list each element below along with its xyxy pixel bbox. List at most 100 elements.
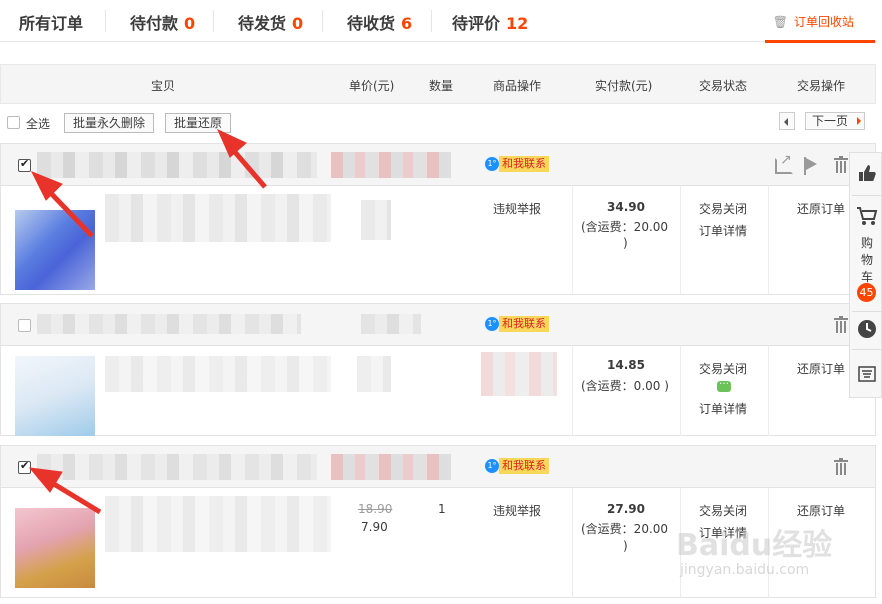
flag-icon[interactable] [804,157,818,175]
order-detail-link[interactable]: 订单详情 [699,222,747,239]
column-divider [572,186,573,294]
unit-price: 7.90 [361,520,388,534]
paid-amount: 34.90 [607,200,645,214]
report-link[interactable]: 违规举报 [493,502,541,519]
watermark: Baidu经验 [676,528,833,563]
batch-toolbar: 全选 批量永久删除 批量还原 下一页 [0,110,876,136]
tab-divider [431,10,432,32]
col-item: 宝贝 [151,79,176,93]
shipping-fee-close: ) [623,236,628,250]
chat-bubble-icon: 1° [485,317,499,331]
product-title-blurred[interactable] [105,496,331,552]
tab-pending-pay[interactable]: 待付款 0 [130,10,195,34]
column-divider [680,346,681,436]
column-divider [572,488,573,598]
select-all-checkbox[interactable] [7,116,20,129]
recycle-bin-label: 订单回收站 [793,15,854,29]
watermark-url: jingyan.baidu.com [680,562,810,578]
product-thumbnail[interactable] [15,356,95,436]
order-info-blurred [37,152,317,178]
batch-restore-button[interactable]: 批量还原 [165,113,232,133]
right-sidebar: 购物车 45 [849,152,882,398]
clock-icon[interactable] [850,319,882,342]
batch-delete-button[interactable]: 批量永久删除 [64,113,155,133]
shipping-fee-close: ) [623,539,628,553]
share-icon[interactable] [775,152,793,174]
shop-name-blurred [331,152,451,178]
tab-label: 待发货 [238,14,287,33]
unit-price-blurred [357,356,391,392]
delete-order-icon[interactable] [834,316,848,333]
column-divider [572,346,573,436]
paid-amount: 14.85 [607,358,645,372]
active-tab-underline [765,40,875,43]
order-header: 1° 和我联系 [1,304,875,346]
next-page-button[interactable]: 下一页 [805,112,865,130]
sidebar-divider [852,195,881,196]
column-divider [680,186,681,294]
product-title-blurred[interactable] [105,356,331,392]
tab-count: 0 [184,14,196,33]
contact-label: 和我联系 [499,156,549,172]
product-title-blurred[interactable] [105,194,331,242]
shipping-fee: (含运费：0.00 ) [581,379,669,393]
contact-label: 和我联系 [499,316,549,332]
coupon-icon[interactable] [850,365,882,386]
message-icon[interactable] [717,376,731,392]
restore-order-link[interactable]: 还原订单 [797,200,845,217]
order-card: 1° 和我联系 违规举报 34.90 (含运费：20.00 ) 交易关闭 订单详… [0,143,876,295]
report-link[interactable]: 违规举报 [493,200,541,217]
tab-label: 待付款 [130,14,179,33]
restore-order-link[interactable]: 还原订单 [797,360,845,377]
tab-count: 0 [292,14,304,33]
order-checkbox[interactable] [18,459,31,474]
shipping-fee: (含运费：20.00 [581,522,669,536]
cart-label[interactable]: 购物车 [860,235,874,286]
sidebar-divider [852,349,881,350]
order-checkbox[interactable] [18,319,31,332]
order-tabs: 所有订单 待付款 0 待发货 0 待收货 6 待评价 12 🗑 订单回收站 [0,0,876,42]
col-unit-price: 单价(元) [349,79,395,93]
paid-amount: 27.90 [607,502,645,516]
item-ops-blurred [481,352,557,396]
select-all-label: 全选 [26,117,51,131]
col-status: 交易状态 [699,79,748,93]
chat-bubble-icon: 1° [485,157,499,171]
order-header: 1° 和我联系 [1,144,875,186]
order-detail-link[interactable]: 订单详情 [699,400,747,417]
col-ops: 交易操作 [797,79,846,93]
prev-page-button[interactable] [779,112,795,130]
trash-icon: 🗑 [772,15,788,29]
tab-count: 6 [401,14,413,33]
contact-label: 和我联系 [499,458,549,474]
table-header: 宝贝 单价(元) 数量 商品操作 实付款(元) 交易状态 交易操作 [0,64,876,104]
shop-name-blurred [361,314,421,334]
tab-pending-ship[interactable]: 待发货 0 [238,10,303,34]
tab-divider [213,10,214,32]
order-header: 1° 和我联系 [1,446,875,488]
trade-status: 交易关闭 [699,362,748,376]
tab-pending-receive[interactable]: 待收货 6 [347,10,412,34]
trade-status: 交易关闭 [699,202,748,216]
restore-order-link[interactable]: 还原订单 [797,502,845,519]
thumbs-up-icon[interactable] [850,163,882,186]
shop-name-blurred [331,454,451,480]
cart-count-badge: 45 [857,283,876,302]
quantity: 1 [438,502,446,516]
tab-label: 待评价 [452,14,501,33]
product-thumbnail[interactable] [15,508,95,588]
delete-order-icon[interactable] [834,458,848,475]
order-info-blurred [37,454,317,480]
tab-divider [105,10,106,32]
column-divider [768,186,769,294]
delete-order-icon[interactable] [834,156,848,173]
recycle-bin-tab[interactable]: 🗑 订单回收站 [773,13,854,30]
tab-all-orders[interactable]: 所有订单 [19,10,83,34]
tab-pending-review[interactable]: 待评价 12 [452,10,528,34]
tab-divider [322,10,323,32]
product-thumbnail[interactable] [15,210,95,290]
col-quantity: 数量 [429,79,454,93]
cart-icon[interactable] [850,205,882,230]
col-item-ops: 商品操作 [493,79,542,93]
order-checkbox[interactable] [18,157,31,172]
